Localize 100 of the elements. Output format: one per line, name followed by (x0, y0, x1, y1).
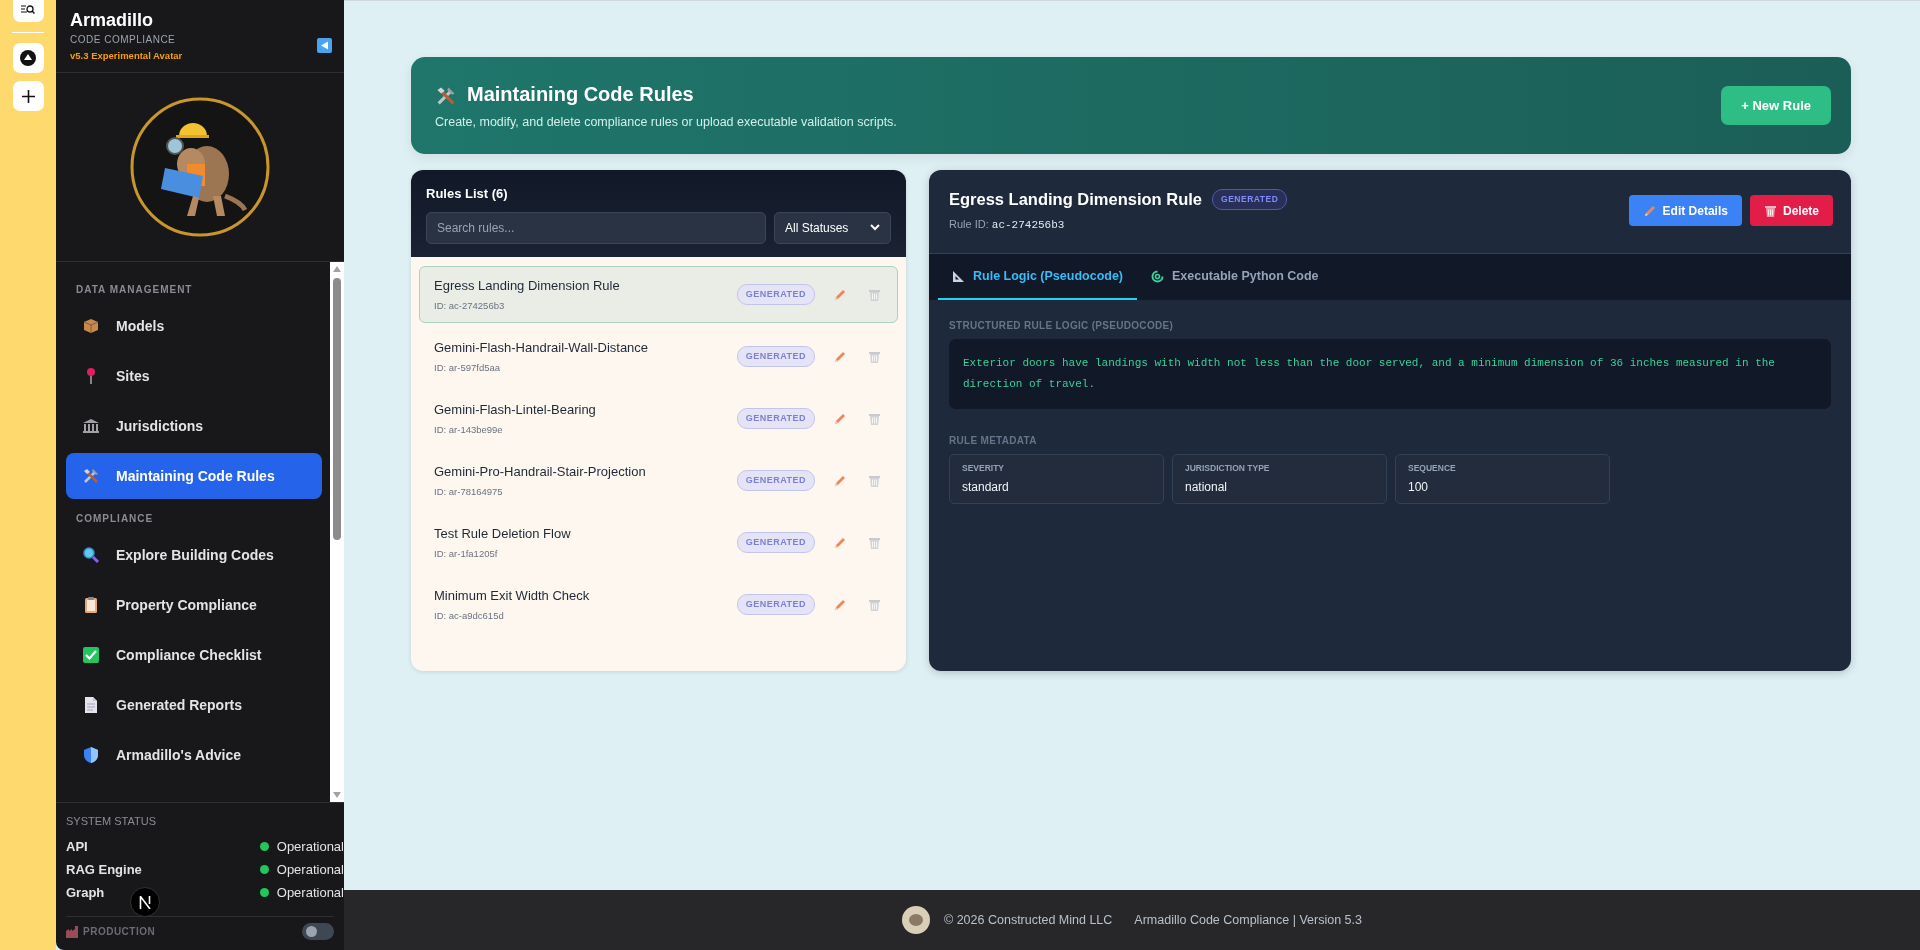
rule-item[interactable]: Gemini-Flash-Lintel-Bearing ID: ar-143be99e GENERATED (419, 390, 898, 447)
environment-label: PRODUCTION (83, 925, 156, 939)
checkmark-icon (82, 646, 100, 664)
service-name: RAG Engine (66, 860, 142, 879)
service-name: API (66, 837, 88, 856)
sidebar-item[interactable]: Sites (66, 353, 322, 399)
delete-button[interactable]: Delete (1749, 195, 1833, 226)
status-badge: GENERATED (736, 407, 815, 430)
rule-name: Gemini-Flash-Lintel-Bearing (434, 401, 597, 420)
field-label: SEQUENCE (1408, 462, 1457, 475)
factory-icon (66, 925, 79, 938)
search-button[interactable] (12, 0, 44, 22)
pencil-icon (833, 287, 847, 302)
search-list-icon (21, 4, 35, 16)
trash-icon (867, 535, 881, 550)
status-text: Operational (276, 860, 344, 879)
copyright-text: © 2026 Constructed Mind LLC (944, 911, 1113, 929)
n-logo-icon (139, 895, 151, 909)
rule-item[interactable]: Minimum Exit Width Check ID: ac-a9dc615d GENERATED (419, 576, 898, 633)
tools-icon (435, 84, 457, 107)
pencil-icon (833, 411, 847, 426)
trash-icon (867, 473, 881, 488)
tools-icon (82, 467, 100, 485)
field-value: standard (962, 478, 1010, 496)
tab[interactable]: Rule Logic (Pseudocode) (938, 254, 1137, 300)
version-text: Armadillo Code Compliance | Version 5.3 (1134, 911, 1362, 929)
status-badge: GENERATED (1212, 189, 1288, 210)
chevron-down-icon (870, 224, 880, 231)
trash-icon (867, 287, 881, 302)
rule-item[interactable]: Test Rule Deletion Flow ID: ar-1fa1205f GENERATED (419, 514, 898, 571)
status-badge: GENERATED (736, 593, 815, 616)
rule-id: ID: ar-78164975 (434, 484, 504, 499)
pencil-icon (833, 349, 847, 364)
sidebar-item[interactable]: Jurisdictions (66, 403, 322, 449)
sidebar-item[interactable]: Compliance Checklist (66, 632, 322, 678)
clipboard-icon (82, 596, 100, 614)
scrollbar[interactable] (330, 262, 344, 802)
app-title: Armadillo (70, 10, 154, 32)
collapse-button[interactable] (317, 38, 332, 53)
page-description: Create, modify, and delete compliance rules or upload executable validation scripts. (435, 114, 897, 132)
search-field[interactable]: Search rules... (426, 211, 766, 244)
rule-name: Test Rule Deletion Flow (434, 525, 572, 544)
section-heading: DATA MANAGEMENT (75, 283, 194, 297)
box-icon (82, 317, 100, 335)
tab[interactable]: Executable Python Code (1137, 254, 1333, 300)
sidebar-item[interactable]: Property Compliance (66, 582, 322, 628)
status-text: Operational (276, 883, 344, 902)
rule-title: Egress Landing Dimension Rule (949, 189, 1203, 210)
field-label: JURISDICTION TYPE (1185, 462, 1271, 475)
sidebar-item[interactable]: Generated Reports (66, 682, 322, 728)
sidebar-item[interactable]: Armadillo's Advice (66, 732, 322, 778)
rule-id: ID: ac-a9dc615d (434, 608, 505, 623)
field-value: national (1185, 478, 1229, 496)
sidebar-item[interactable]: Explore Building Codes (66, 532, 322, 578)
triangle-left-icon (320, 41, 329, 50)
status-text: Operational (276, 837, 344, 856)
status-badge: GENERATED (736, 531, 815, 554)
rule-name: Minimum Exit Width Check (434, 587, 591, 606)
status-badge: GENERATED (736, 469, 815, 492)
rule-item[interactable]: Gemini-Pro-Handrail-Stair-Projection ID: ar-78164975 GENERATED (419, 452, 898, 509)
rule-id: ID: ac-274256b3 (434, 298, 506, 313)
edit-button[interactable]: Edit Details (1628, 195, 1742, 226)
page-title: Maintaining Code Rules (467, 82, 694, 108)
status-badge: GENERATED (736, 283, 815, 306)
document-icon (82, 696, 100, 714)
sidebar-item[interactable]: Maintaining Code Rules (66, 453, 322, 499)
bank-icon (82, 417, 100, 435)
version-label: v5.3 Experimental Avatar (70, 48, 183, 63)
field-label: SEVERITY (962, 462, 1006, 475)
rule-id: ID: ar-1fa1205f (434, 546, 499, 561)
section-heading: RULE METADATA (949, 434, 1038, 448)
rail-button[interactable] (12, 43, 44, 73)
pencil-icon (1642, 203, 1657, 218)
dev-badge[interactable] (130, 887, 160, 917)
panel-title: Rules List (6) (426, 185, 509, 203)
app-subtitle: CODE COMPLIANCE (70, 32, 177, 47)
shield-icon (82, 746, 100, 764)
section-heading: STRUCTURED RULE LOGIC (PSEUDOCODE) (949, 319, 1175, 333)
rule-name: Gemini-Pro-Handrail-Stair-Projection (434, 463, 647, 482)
rule-item[interactable]: Egress Landing Dimension Rule ID: ac-274256b3 GENERATED (419, 266, 898, 323)
environment-toggle[interactable] (302, 923, 334, 940)
trash-icon (1763, 203, 1777, 218)
rule-item[interactable]: Gemini-Flash-Handrail-Wall-Distance ID: ar-597fd5aa GENERATED (419, 328, 898, 385)
trash-icon (867, 411, 881, 426)
pseudocode-block: Exterior doors have landings with width not less than the door served, and a minimum dimension of 36 inches measured in the direction of travel. (949, 339, 1831, 409)
loop-icon (1151, 269, 1164, 283)
logo-icon (902, 906, 930, 934)
rule-name: Gemini-Flash-Handrail-Wall-Distance (434, 339, 650, 358)
plus-icon (21, 89, 35, 103)
section-heading: SYSTEM STATUS (66, 813, 158, 829)
pencil-icon (833, 597, 847, 612)
search-icon (82, 546, 100, 564)
sidebar-item[interactable]: Models (66, 303, 322, 349)
add-button[interactable] (12, 81, 44, 111)
status-badge: GENERATED (736, 345, 815, 368)
rule-id: ID: ar-597fd5aa (434, 360, 501, 375)
rule-name: Egress Landing Dimension Rule (434, 277, 621, 296)
status-dropdown[interactable]: All Statuses (774, 211, 891, 244)
field-value: 100 (1408, 478, 1430, 496)
rule-id: Rule ID: ac-274256b3 (949, 216, 1066, 233)
